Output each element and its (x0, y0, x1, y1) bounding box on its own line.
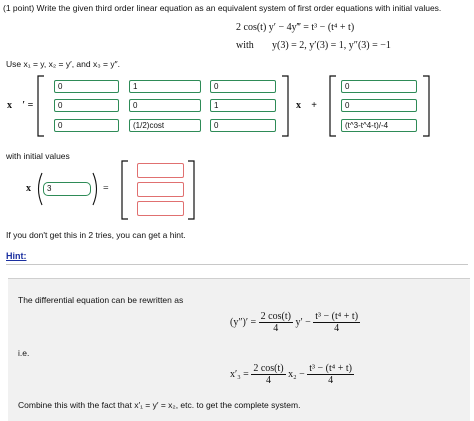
hint-equation-1: (y″)′ = 2 cos(t) 4 y′ − t³ − (t⁴ + t) 4 (230, 311, 361, 334)
eq1-frac2-den: 4 (334, 323, 340, 334)
eq2-lhs: x′₃ = (230, 368, 249, 380)
eq2-frac2: t³ − (t⁴ + t) 4 (307, 363, 355, 386)
eq1-frac1-den: 4 (273, 323, 279, 334)
initial-value-3[interactable] (137, 201, 184, 216)
matrix-cell-2-3[interactable]: 1 (210, 99, 276, 112)
matrix-cell-3-3[interactable]: 0 (210, 119, 276, 132)
eq1-lhs: (y″)′ = (230, 316, 257, 328)
left-paren (37, 172, 43, 206)
eq1-frac1-num: 2 cos(t) (258, 311, 293, 323)
result-right-bracket (188, 160, 195, 220)
matrix-cell-3-1[interactable]: 0 (54, 119, 119, 132)
vector-right-bracket (423, 75, 430, 137)
vector-cell-2[interactable]: 0 (341, 99, 417, 112)
eq2-frac1-den: 4 (265, 375, 271, 386)
initial-value-2[interactable] (137, 182, 184, 197)
matrix-right-bracket (282, 75, 289, 137)
x-prime-label: x⃗ ′ = (7, 100, 34, 111)
times-x-label: x⃗ + (296, 100, 317, 111)
right-paren (92, 172, 98, 206)
eq2-frac2-num: t³ − (t⁴ + t) (307, 363, 355, 375)
vector-cell-1[interactable]: 0 (341, 80, 417, 93)
eq1-frac2-num: t³ − (t⁴ + t) (313, 311, 361, 323)
matrix-left-bracket (37, 75, 44, 137)
substitution-text: Use x₁ = y, x₂ = y′, and x₃ = y″. (6, 59, 120, 69)
initial-conditions: y(3) = 2, y′(3) = 1, y″(3) = −1 (272, 40, 391, 51)
initial-arg-input[interactable]: 3 (43, 182, 91, 196)
eq2-mid: x₂ − (288, 368, 305, 380)
eq2-frac1: 2 cos(t) 4 (251, 363, 286, 386)
matrix-cell-1-2[interactable]: 1 (129, 80, 201, 93)
with-label: with (236, 40, 254, 51)
eq1-frac2: t³ − (t⁴ + t) 4 (313, 311, 361, 334)
eq2-frac2-den: 4 (328, 375, 334, 386)
hint-panel: The differential equation can be rewritt… (8, 278, 470, 421)
initial-value-1[interactable] (137, 163, 184, 178)
vector-cell-3[interactable]: (t^3-t^4-t)/-4 (341, 119, 417, 132)
equals-sign: = (103, 183, 109, 194)
problem-intro: (1 point) Write the given third order li… (3, 3, 442, 13)
equation: 2 cos(t) y′ − 4y‴ = t³ − (t⁴ + t) (236, 22, 355, 33)
eq1-mid: y′ − (295, 316, 311, 328)
matrix-cell-1-3[interactable]: 0 (210, 80, 276, 93)
hint-notice: If you don't get this in 2 tries, you ca… (6, 230, 186, 240)
initial-values-label: with initial values (6, 151, 70, 161)
matrix-cell-2-1[interactable]: 0 (54, 99, 119, 112)
eq1-frac1: 2 cos(t) 4 (258, 311, 293, 334)
hint-line1: The differential equation can be rewritt… (18, 295, 184, 305)
matrix-cell-1-1[interactable]: 0 (54, 80, 119, 93)
hint-equation-2: x′₃ = 2 cos(t) 4 x₂ − t³ − (t⁴ + t) 4 (230, 363, 355, 386)
hint-ie: i.e. (18, 348, 30, 358)
eq2-frac1-num: 2 cos(t) (251, 363, 286, 375)
hint-final: Combine this with the fact that x′₁ = y′… (18, 400, 301, 410)
hint-link[interactable]: Hint: (6, 251, 27, 261)
vector-left-bracket (329, 75, 336, 137)
matrix-cell-2-2[interactable]: 0 (129, 99, 201, 112)
hint-divider (6, 264, 468, 265)
matrix-cell-3-2[interactable]: (1/2)cost (129, 119, 201, 132)
result-left-bracket (121, 160, 128, 220)
